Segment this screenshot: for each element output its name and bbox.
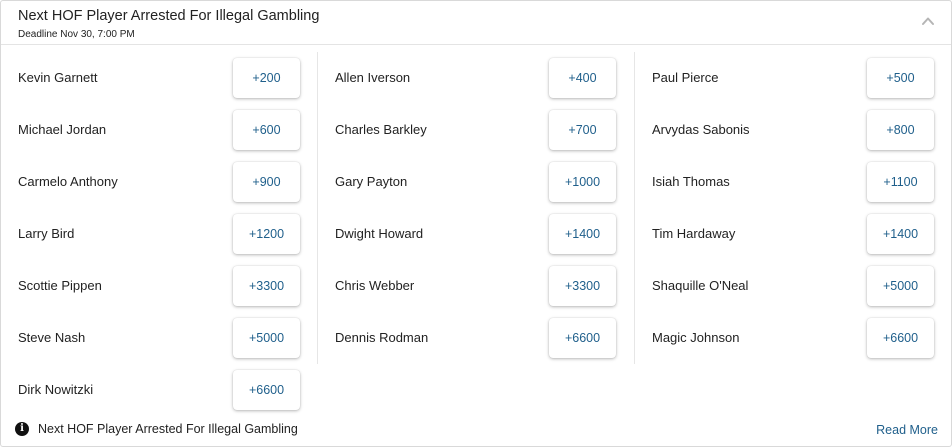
player-name: Michael Jordan — [18, 122, 107, 137]
selection-row: Arvydas Sabonis +800 — [635, 104, 950, 156]
selection-row: Allen Iverson +400 — [318, 52, 633, 104]
odds-button[interactable]: +1000 — [549, 162, 616, 202]
selection-row: Michael Jordan +600 — [1, 104, 317, 156]
odds-button[interactable]: +800 — [867, 110, 934, 150]
selection-row: Charles Barkley +700 — [318, 104, 633, 156]
odds-button[interactable]: +600 — [233, 110, 300, 150]
player-name: Larry Bird — [18, 226, 75, 241]
info-icon: i — [15, 422, 29, 436]
player-name: Allen Iverson — [335, 70, 411, 85]
odds-button[interactable]: +900 — [233, 162, 300, 202]
player-name: Charles Barkley — [335, 122, 427, 137]
odds-button[interactable]: +1400 — [867, 214, 934, 254]
odds-button[interactable]: +6600 — [867, 318, 934, 358]
odds-button[interactable]: +500 — [867, 58, 934, 98]
selection-row: Paul Pierce +500 — [635, 52, 950, 104]
player-name: Arvydas Sabonis — [652, 122, 750, 137]
odds-button[interactable]: +5000 — [867, 266, 934, 306]
player-name: Isiah Thomas — [652, 174, 730, 189]
player-name: Scottie Pippen — [18, 278, 102, 293]
player-name: Carmelo Anthony — [18, 174, 118, 189]
selection-row: Kevin Garnett +200 — [1, 52, 317, 104]
chevron-up-icon[interactable] — [921, 14, 935, 28]
selection-row: Dwight Howard +1400 — [318, 208, 633, 260]
read-more-link[interactable]: Read More — [876, 423, 938, 437]
selection-row: Isiah Thomas +1100 — [635, 156, 950, 208]
market-title: Next HOF Player Arrested For Illegal Gam… — [18, 8, 320, 24]
selections-column-2: Allen Iverson +400 Charles Barkley +700 Gary… — [317, 52, 633, 364]
odds-button[interactable]: +3300 — [233, 266, 300, 306]
player-name: Steve Nash — [18, 330, 86, 345]
odds-button[interactable]: +3300 — [549, 266, 616, 306]
player-name: Magic Johnson — [652, 330, 740, 345]
selection-row: Steve Nash +5000 — [1, 312, 317, 364]
selection-row: Chris Webber +3300 — [318, 260, 633, 312]
selection-row: Shaquille O'Neal +5000 — [635, 260, 950, 312]
player-name: Paul Pierce — [652, 70, 719, 85]
selection-row: Larry Bird +1200 — [1, 208, 317, 260]
selection-row: Dennis Rodman +6600 — [318, 312, 633, 364]
selection-row: Carmelo Anthony +900 — [1, 156, 317, 208]
player-name: Dirk Nowitzki — [18, 382, 94, 397]
odds-button[interactable]: +6600 — [233, 370, 300, 410]
selection-row: Tim Hardaway +1400 — [635, 208, 950, 260]
odds-button[interactable]: +1100 — [867, 162, 934, 202]
market-card: Next HOF Player Arrested For Illegal Gam… — [0, 0, 952, 447]
selection-row: Gary Payton +1000 — [318, 156, 633, 208]
player-name: Gary Payton — [335, 174, 408, 189]
selections-column-3: Paul Pierce +500 Arvydas Sabonis +800 Isiah … — [634, 52, 950, 364]
selections-column-1: Kevin Garnett +200 Michael Jordan +600 Carme… — [1, 52, 317, 416]
odds-button[interactable]: +6600 — [549, 318, 616, 358]
odds-button[interactable]: +1400 — [549, 214, 616, 254]
player-name: Kevin Garnett — [18, 70, 98, 85]
player-name: Shaquille O'Neal — [652, 278, 749, 293]
odds-button[interactable]: +200 — [233, 58, 300, 98]
odds-button[interactable]: +700 — [549, 110, 616, 150]
selection-row: Magic Johnson +6600 — [635, 312, 950, 364]
player-name: Dwight Howard — [335, 226, 424, 241]
selection-row: Scottie Pippen +3300 — [1, 260, 317, 312]
odds-button[interactable]: +5000 — [233, 318, 300, 358]
player-name: Dennis Rodman — [335, 330, 429, 345]
market-header[interactable]: Next HOF Player Arrested For Illegal Gam… — [1, 1, 951, 45]
selection-row: Dirk Nowitzki +6600 — [1, 364, 317, 416]
footer-description: Next HOF Player Arrested For Illegal Gam… — [38, 422, 298, 436]
market-footer: i Next HOF Player Arrested For Illegal G… — [1, 417, 951, 445]
player-name: Tim Hardaway — [652, 226, 736, 241]
player-name: Chris Webber — [335, 278, 415, 293]
odds-button[interactable]: +1200 — [233, 214, 300, 254]
odds-button[interactable]: +400 — [549, 58, 616, 98]
market-deadline: Deadline Nov 30, 7:00 PM — [18, 29, 135, 40]
